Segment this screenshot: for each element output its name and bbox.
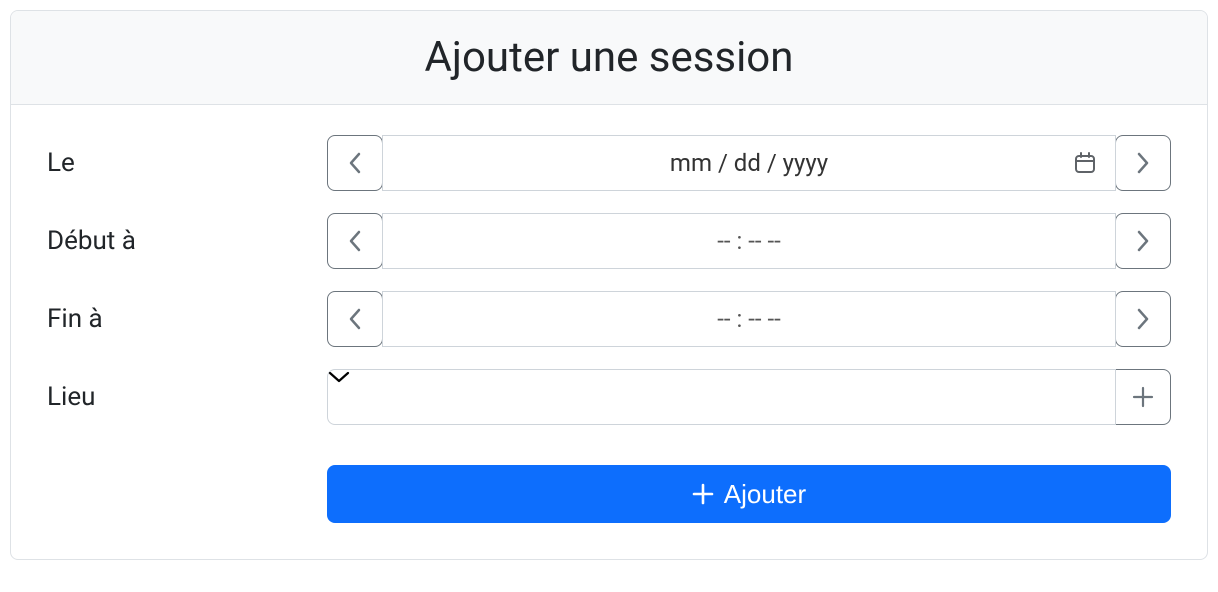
start-prev-button[interactable] [327,213,383,269]
calendar-icon [1073,151,1097,175]
chevron-right-icon [1136,230,1150,252]
location-select[interactable] [327,369,1116,425]
add-location-button[interactable] [1115,369,1171,425]
end-next-button[interactable] [1115,291,1171,347]
end-placeholder: -- : -- -- [717,305,780,333]
add-button[interactable]: Ajouter [327,465,1171,523]
date-placeholder: mm / dd / yyyy [670,149,828,177]
start-label: Début à [47,226,327,256]
date-row: Le mm / dd / yyyy [47,135,1171,191]
add-button-label: Ajouter [724,479,806,510]
plus-icon [692,483,714,505]
location-control [327,369,1171,425]
card-body: Le mm / dd / yyyy [11,105,1207,559]
end-label: Fin à [47,304,327,334]
plus-icon [1132,386,1154,408]
end-prev-button[interactable] [327,291,383,347]
date-control: mm / dd / yyyy [327,135,1171,191]
chevron-right-icon [1136,152,1150,174]
end-row: Fin à -- : -- -- [47,291,1171,347]
chevron-left-icon [348,230,362,252]
add-session-card: Ajouter une session Le mm / dd / yyyy [10,10,1208,560]
submit-row: Ajouter [47,465,1171,523]
start-placeholder: -- : -- -- [717,227,780,255]
chevron-down-icon [328,370,1115,384]
end-control: -- : -- -- [327,291,1171,347]
location-label: Lieu [47,382,327,412]
end-input[interactable]: -- : -- -- [382,291,1116,347]
card-title: Ajouter une session [31,33,1187,82]
start-row: Début à -- : -- -- [47,213,1171,269]
start-input[interactable]: -- : -- -- [382,213,1116,269]
location-row: Lieu [47,369,1171,425]
date-input[interactable]: mm / dd / yyyy [382,135,1116,191]
chevron-right-icon [1136,308,1150,330]
start-next-button[interactable] [1115,213,1171,269]
date-label: Le [47,148,327,178]
date-prev-button[interactable] [327,135,383,191]
start-control: -- : -- -- [327,213,1171,269]
date-next-button[interactable] [1115,135,1171,191]
chevron-left-icon [348,152,362,174]
chevron-left-icon [348,308,362,330]
card-header: Ajouter une session [11,11,1207,105]
